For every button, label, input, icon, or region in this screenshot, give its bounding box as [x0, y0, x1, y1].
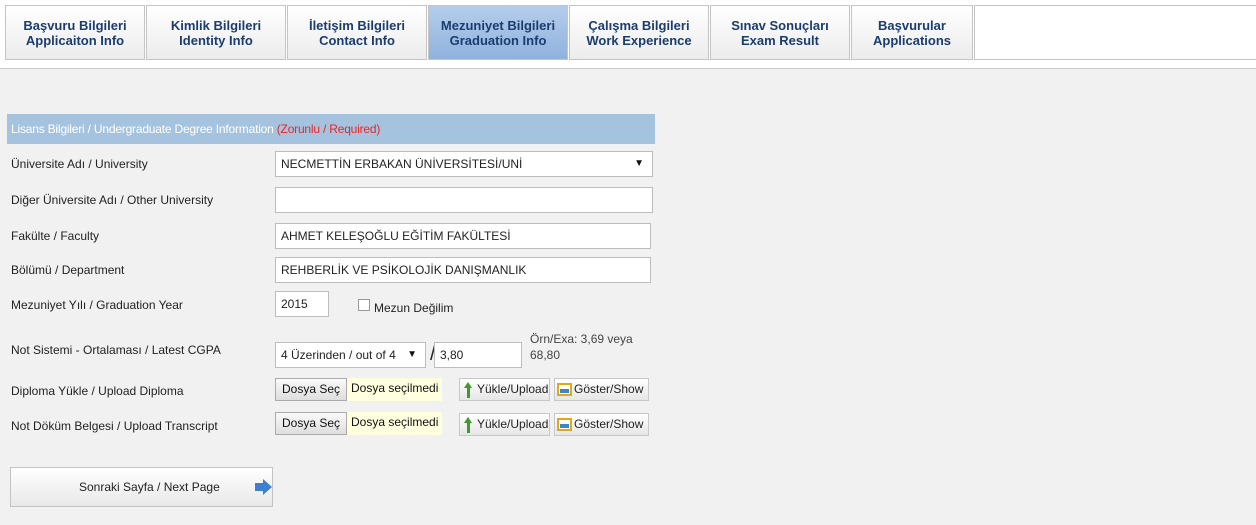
transcript-choose-file-button[interactable]: Dosya Seç — [275, 412, 348, 435]
tab-application-info[interactable]: Başvuru Bilgileri Applicaiton Info — [5, 5, 145, 60]
tab-bar-filler — [974, 5, 1256, 60]
diploma-show-button[interactable]: Göster/Show — [554, 378, 649, 401]
graduation-year-label: Mezuniyet Yılı / Graduation Year — [11, 298, 183, 312]
transcript-upload-label: Yükle/Upload — [477, 417, 549, 431]
cgpa-hint-line2: 68,80 — [530, 348, 561, 362]
tab-label-en: Graduation Info — [449, 32, 547, 48]
university-row: Üniversite Adı / University NECMETTİN ER… — [7, 150, 655, 178]
transcript-file-status: Dosya seçilmedi — [347, 412, 443, 435]
upload-arrow-icon — [464, 416, 473, 433]
department-input[interactable]: REHBERLİK VE PSİKOLOJİK DANIŞMANLIK — [275, 257, 651, 283]
grading-system-select[interactable]: 4 Üzerinden / out of 4 ▼ — [275, 342, 426, 368]
image-icon — [557, 418, 572, 431]
transcript-show-button[interactable]: Göster/Show — [554, 413, 649, 436]
right-arrow-icon — [255, 479, 273, 495]
diploma-label: Diploma Yükle / Upload Diploma — [11, 384, 184, 398]
not-graduated-checkbox[interactable] — [358, 299, 370, 311]
graduation-year-input[interactable]: 2015 — [275, 291, 329, 317]
faculty-row: Fakülte / Faculty AHMET KELEŞOĞLU EĞİTİM… — [7, 222, 655, 250]
diploma-row: Diploma Yükle / Upload Diploma Dosya Seç… — [7, 378, 655, 406]
other-university-label: Diğer Üniversite Adı / Other University — [11, 193, 214, 207]
diploma-upload-label: Yükle/Upload — [477, 382, 549, 396]
diploma-upload-button[interactable]: Yükle/Upload — [459, 378, 550, 401]
tab-identity-info[interactable]: Kimlik Bilgileri Identity Info — [146, 5, 286, 60]
next-page-label: Sonraki Sayfa / Next Page — [79, 480, 220, 494]
tab-applications[interactable]: Başvurular Applications — [851, 5, 973, 60]
cgpa-input[interactable]: 3,80 — [434, 342, 522, 368]
tab-label-tr: Çalışma Bilgileri — [588, 17, 690, 33]
diploma-choose-file-button[interactable]: Dosya Seç — [275, 378, 348, 401]
tab-label-en: Exam Result — [740, 32, 820, 48]
tab-label-en: Contact Info — [319, 32, 395, 48]
tab-contact-info[interactable]: İletişim Bilgileri Contact Info — [287, 5, 427, 60]
university-label: Üniversite Adı / University — [11, 157, 148, 171]
tab-label-tr: Başvurular — [878, 17, 946, 33]
tab-label-en: Applicaiton Info — [25, 32, 125, 48]
department-row: Bölümü / Department REHBERLİK VE PSİKOLO… — [7, 256, 655, 284]
section-header: Lisans Bilgileri / Undergraduate Degree … — [7, 114, 655, 144]
tab-label-en: Work Experience — [586, 32, 692, 48]
university-value: NECMETTİN ERBAKAN ÜNİVERSİTESİ/UNİ — [281, 157, 523, 171]
tab-label-en: Applications — [872, 32, 951, 48]
faculty-label: Fakülte / Faculty — [11, 229, 100, 243]
tab-exam-result[interactable]: Sınav Sonuçları Exam Result — [710, 5, 850, 60]
transcript-show-label: Göster/Show — [574, 417, 644, 431]
tab-label-tr: Kimlik Bilgileri — [170, 17, 262, 33]
transcript-label: Not Döküm Belgesi / Upload Transcript — [11, 419, 218, 433]
other-university-row: Diğer Üniversite Adı / Other University — [7, 186, 655, 214]
transcript-row: Not Döküm Belgesi / Upload Transcript Do… — [7, 412, 655, 440]
cgpa-label: Not Sistemi - Ortalaması / Latest CGPA — [11, 343, 221, 357]
dropdown-arrow-icon: ▼ — [407, 349, 417, 360]
diploma-file-status: Dosya seçilmedi — [347, 378, 443, 401]
upload-arrow-icon — [464, 381, 473, 398]
transcript-upload-button[interactable]: Yükle/Upload — [459, 413, 550, 436]
tab-work-experience[interactable]: Çalışma Bilgileri Work Experience — [569, 5, 709, 60]
other-university-input[interactable] — [275, 187, 653, 213]
tab-bar: Başvuru Bilgileri Applicaiton Info Kimli… — [0, 0, 1256, 69]
image-icon — [557, 383, 572, 396]
next-page-button[interactable]: Sonraki Sayfa / Next Page — [10, 467, 273, 507]
tab-label-tr: Mezuniyet Bilgileri — [440, 17, 556, 33]
tab-graduation-info[interactable]: Mezuniyet Bilgileri Graduation Info — [428, 5, 568, 60]
required-note: (Zorunlu / Required) — [276, 122, 381, 136]
tab-label-tr: İletişim Bilgileri — [308, 17, 406, 33]
university-select[interactable]: NECMETTİN ERBAKAN ÜNİVERSİTESİ/UNİ ▼ — [275, 151, 653, 177]
cgpa-hint: Örn/Exa: 3,69 veya 68,80 — [530, 331, 633, 363]
tab-label-en: Identity Info — [179, 32, 253, 48]
cgpa-hint-line1: Örn/Exa: 3,69 veya — [530, 332, 633, 346]
tab-label-tr: Sınav Sonuçları — [731, 17, 829, 33]
department-label: Bölümü / Department — [11, 263, 125, 277]
undergraduate-section: Lisans Bilgileri / Undergraduate Degree … — [7, 114, 655, 144]
faculty-input[interactable]: AHMET KELEŞOĞLU EĞİTİM FAKÜLTESİ — [275, 223, 651, 249]
not-graduated-label: Mezun Değilim — [374, 301, 454, 315]
dropdown-arrow-icon: ▼ — [634, 158, 644, 169]
graduation-year-row: Mezuniyet Yılı / Graduation Year 2015 Me… — [7, 291, 655, 319]
tab-label-tr: Başvuru Bilgileri — [23, 17, 127, 33]
diploma-show-label: Göster/Show — [574, 382, 644, 396]
grading-system-value: 4 Üzerinden / out of 4 — [281, 348, 396, 362]
section-title: Lisans Bilgileri / Undergraduate Degree … — [11, 122, 274, 136]
tab-list: Başvuru Bilgileri Applicaiton Info Kimli… — [5, 5, 1256, 60]
cgpa-row: Not Sistemi - Ortalaması / Latest CGPA 4… — [7, 332, 655, 372]
